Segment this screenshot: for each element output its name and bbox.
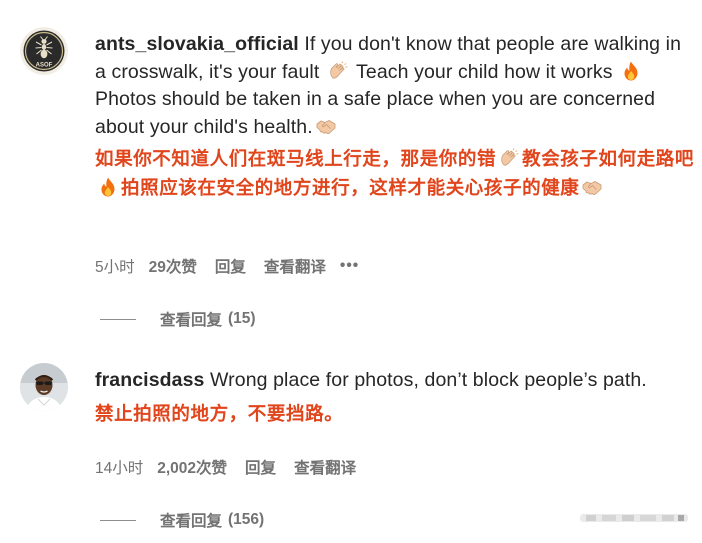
translate-button[interactable]: 查看翻译: [264, 255, 326, 277]
fire-icon: [101, 177, 115, 196]
avatar-text: ASOF: [36, 63, 53, 69]
view-replies-label: 查看回复: [160, 513, 223, 530]
reply-button[interactable]: 回复: [245, 456, 276, 478]
clapping-hands-icon: [501, 148, 519, 166]
like-count[interactable]: 2,002次赞: [157, 456, 227, 478]
fire-icon: [624, 61, 638, 80]
comment-text: ants_slovakia_official If you don't know…: [95, 31, 685, 141]
username-link[interactable]: ants_slovakia_official: [95, 33, 299, 55]
comment-meta: 5小时 29次赞 回复 查看翻译 •••: [95, 254, 359, 278]
comment-text-part: Photos should be taken in a safe place w…: [95, 88, 656, 138]
translation-text: 禁止拍照的地方，不要挡路。: [95, 401, 695, 430]
ant-logo-icon: ASOF: [20, 27, 68, 75]
comment-meta: 14小时 2,002次赞 回复 查看翻译: [95, 455, 370, 479]
watermark-blur: [580, 514, 688, 522]
view-replies-button[interactable]: 查看回复 (156): [100, 508, 264, 532]
like-count[interactable]: 29次赞: [149, 255, 197, 277]
view-replies-button[interactable]: 查看回复 (15): [100, 307, 256, 331]
profile-photo-icon: [20, 363, 68, 411]
reply-count: (156): [228, 511, 265, 528]
divider-line: [100, 519, 136, 521]
translation-part: 禁止拍照的地方，不要挡路。: [95, 404, 344, 425]
translation-part: 教会孩子如何走路吧: [522, 149, 695, 170]
divider-line: [100, 318, 136, 320]
more-dots-icon[interactable]: •••: [340, 257, 359, 275]
timestamp: 14小时: [95, 460, 144, 477]
avatar[interactable]: ASOF: [20, 27, 68, 75]
comment-text: francisdass Wrong place for photos, don’…: [95, 367, 685, 395]
translation-text: 如果你不知道人们在斑马线上行走，那是你的错 教会孩子如何走路吧拍照应该在安全的地方…: [95, 146, 695, 203]
comment-text-part: Teach your child how it works: [350, 60, 619, 83]
reply-count: (15): [228, 310, 256, 327]
translation-part: 拍照应该在安全的地方进行，这样才能关心孩子的健康: [121, 177, 580, 199]
translate-button[interactable]: 查看翻译: [294, 456, 356, 478]
avatar[interactable]: [20, 363, 68, 411]
timestamp: 5小时: [95, 259, 135, 276]
handshake-icon: [316, 119, 336, 134]
username-link[interactable]: francisdass: [95, 369, 205, 391]
view-replies-label: 查看回复: [160, 312, 223, 329]
comment-text-part: Wrong place for photos, don’t block peop…: [204, 369, 647, 391]
clapping-hands-icon: [330, 60, 348, 79]
handshake-icon: [583, 180, 602, 195]
reply-button[interactable]: 回复: [215, 255, 246, 277]
translation-part: 如果你不知道人们在斑马线上行走，那是你的错: [95, 149, 497, 170]
